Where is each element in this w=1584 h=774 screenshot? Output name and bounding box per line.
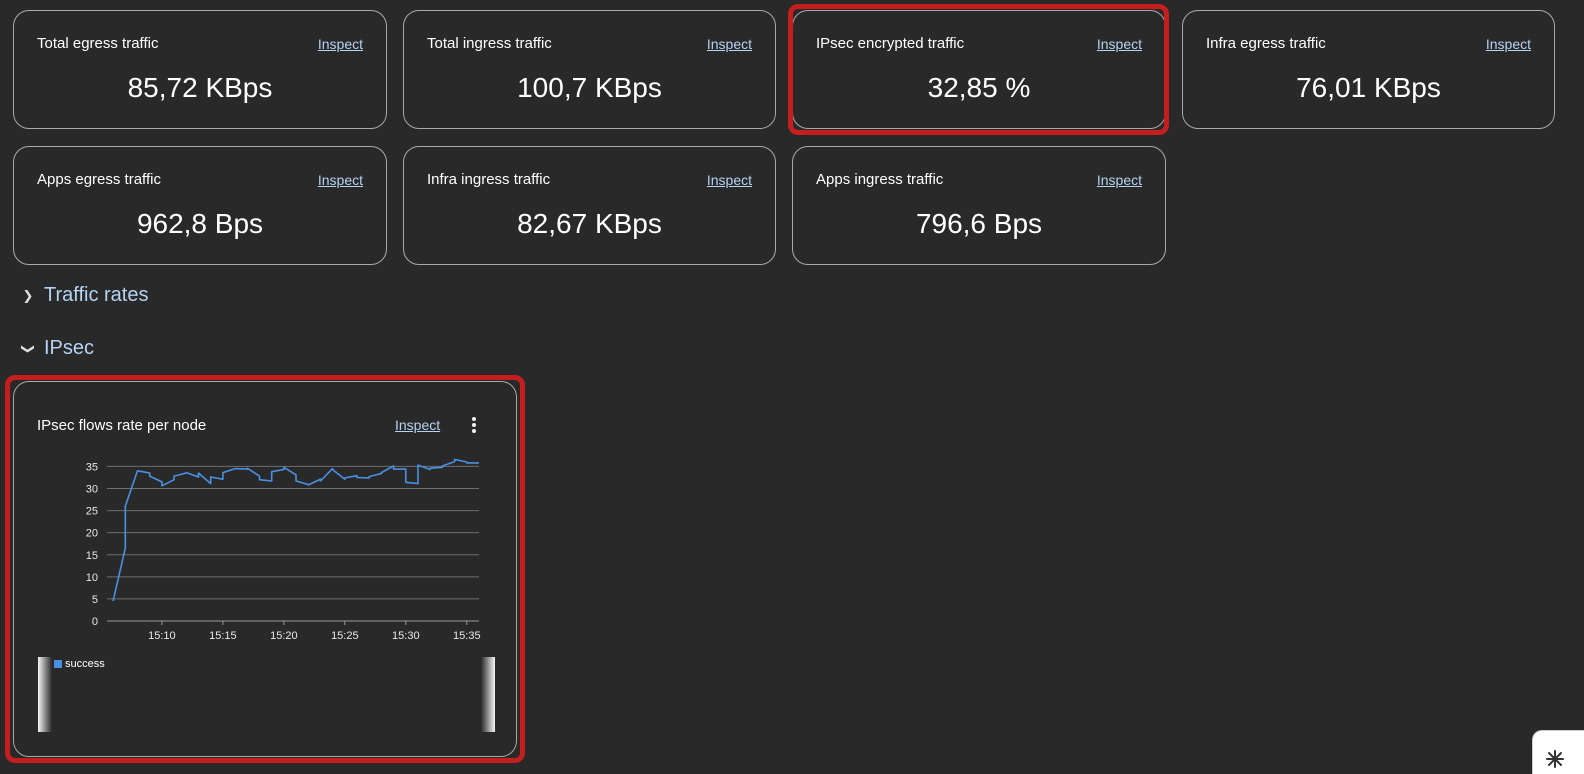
x-tick-label: 15:25 <box>331 630 359 642</box>
inspect-link[interactable]: Inspect <box>707 172 752 188</box>
section-toggle-traffic-rates[interactable]: ❯ Traffic rates <box>20 284 149 307</box>
inspect-link[interactable]: Inspect <box>318 172 363 188</box>
series-line-success <box>112 458 479 602</box>
stat-value: 962,8 Bps <box>136 208 264 239</box>
stat-value: 796,6 Bps <box>915 208 1043 239</box>
legend-scroll-right[interactable] <box>481 657 495 732</box>
y-tick-label: 30 <box>86 484 98 496</box>
stat-value: 82,67 KBps <box>517 208 662 239</box>
stat-card-apps-egress: Apps egress traffic Inspect 962,8 Bps <box>13 146 387 265</box>
y-tick-label: 35 <box>86 461 98 473</box>
y-tick-label: 10 <box>86 572 98 584</box>
stat-title: Total egress traffic <box>37 35 159 52</box>
stat-title: Apps egress traffic <box>37 171 161 188</box>
section-label: IPsec <box>44 337 95 359</box>
stat-title: Infra egress traffic <box>1206 35 1326 52</box>
stat-title: Total ingress traffic <box>427 35 552 52</box>
stat-value: 76,01 KBps <box>1296 72 1441 103</box>
section-toggle-ipsec[interactable]: ❯ IPsec <box>20 337 94 360</box>
inspect-link[interactable]: Inspect <box>318 36 363 52</box>
stat-card-total-egress: Total egress traffic Inspect 85,72 KBps <box>13 10 387 129</box>
quick-start-widget[interactable] <box>1532 730 1584 774</box>
x-tick-label: 15:10 <box>148 630 176 642</box>
stat-card-ipsec-encrypted: IPsec encrypted traffic Inspect 32,85 % <box>792 10 1166 129</box>
x-tick-label: 15:35 <box>453 630 481 642</box>
inspect-link[interactable]: Inspect <box>1097 172 1142 188</box>
legend-item[interactable]: success <box>54 658 105 670</box>
stat-value: 100,7 KBps <box>517 72 662 103</box>
chart-card-ipsec-flows: IPsec flows rate per node Inspect 0 5 10 15… <box>13 381 517 757</box>
inspect-link[interactable]: Inspect <box>1097 36 1142 52</box>
x-tick-label: 15:15 <box>209 630 237 642</box>
stat-card-infra-ingress: Infra ingress traffic Inspect 82,67 KBps <box>403 146 776 265</box>
section-label: Traffic rates <box>44 284 149 306</box>
inspect-link[interactable]: Inspect <box>707 36 752 52</box>
chevron-right-icon: ❯ <box>22 287 34 303</box>
y-tick-label: 25 <box>86 506 98 518</box>
y-tick-label: 5 <box>92 594 98 606</box>
stat-title: IPsec encrypted traffic <box>816 35 965 52</box>
legend-scroll-left[interactable] <box>38 657 52 732</box>
stat-card-total-ingress: Total ingress traffic Inspect 100,7 KBps <box>403 10 776 129</box>
legend-swatch <box>54 660 62 668</box>
stat-title: Infra ingress traffic <box>427 171 551 188</box>
y-tick-label: 0 <box>92 616 98 628</box>
stat-value: 85,72 KBps <box>127 72 273 103</box>
line-chart: 0 5 10 15 20 25 30 35 15:10 15:15 15:20 15:25 15:30 1… <box>86 458 481 642</box>
stat-card-infra-egress: Infra egress traffic Inspect 76,01 KBps <box>1182 10 1555 129</box>
inspect-link[interactable]: Inspect <box>1486 36 1531 52</box>
legend: success <box>38 657 495 732</box>
y-tick-label: 20 <box>86 528 98 540</box>
legend-label: success <box>65 658 105 670</box>
x-tick-label: 15:30 <box>392 630 420 642</box>
network-dashboard: Total egress traffic Inspect 85,72 KBps … <box>0 0 1584 774</box>
x-tick-label: 15:20 <box>270 630 298 642</box>
stat-title: Apps ingress traffic <box>816 171 944 188</box>
stat-card-apps-ingress: Apps ingress traffic Inspect 796,6 Bps <box>792 146 1166 265</box>
y-tick-label: 15 <box>86 550 98 562</box>
loading-icon <box>1546 750 1564 768</box>
chevron-down-icon: ❯ <box>21 343 36 354</box>
stat-value: 32,85 % <box>927 72 1031 103</box>
